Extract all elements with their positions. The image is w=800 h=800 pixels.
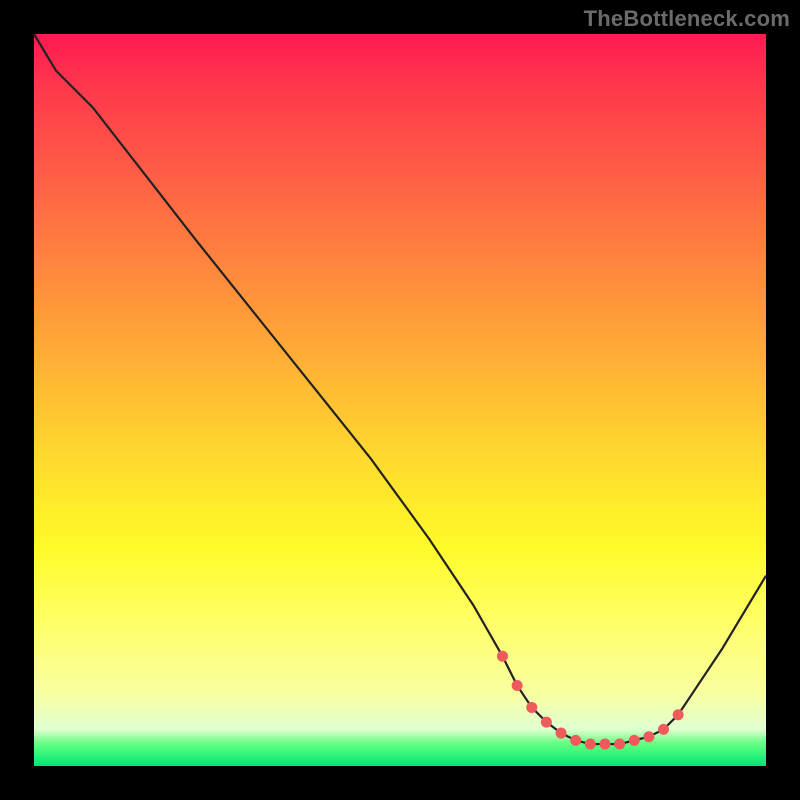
optimal-dot (585, 739, 596, 750)
optimal-dot (599, 739, 610, 750)
optimal-dot (673, 709, 684, 720)
chart-container: TheBottleneck.com (0, 0, 800, 800)
plot-area (34, 34, 766, 766)
optimal-dot (541, 717, 552, 728)
optimal-dot (643, 731, 654, 742)
optimal-dot (526, 702, 537, 713)
chart-svg (34, 34, 766, 766)
optimal-dot (556, 728, 567, 739)
optimal-dot (614, 739, 625, 750)
watermark-text: TheBottleneck.com (584, 6, 790, 32)
optimal-dot (658, 724, 669, 735)
optimal-dot (512, 680, 523, 691)
optimal-dot (497, 651, 508, 662)
bottleneck-curve (34, 34, 766, 744)
optimal-dot (629, 735, 640, 746)
optimal-dot (570, 735, 581, 746)
optimal-zone-dots (497, 651, 684, 750)
